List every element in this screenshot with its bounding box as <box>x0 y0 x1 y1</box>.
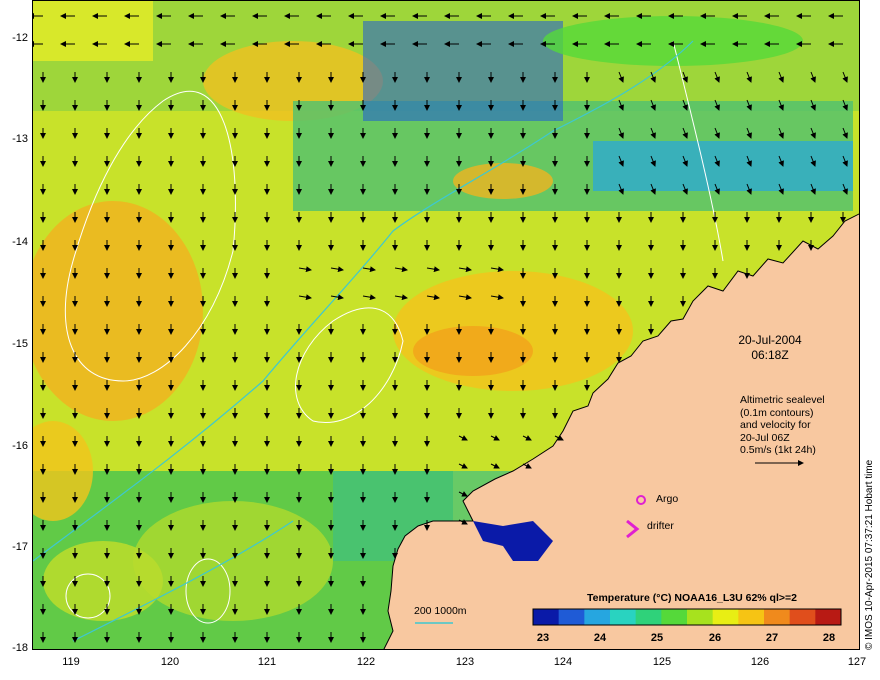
info-line: Altimetric sealevel <box>740 394 825 406</box>
lat-label: -18 <box>12 642 28 654</box>
lat-label: -15 <box>12 338 28 350</box>
colorbar-segment <box>635 609 662 625</box>
lon-label: 125 <box>652 656 672 668</box>
info-line: 0.5m/s (1kt 24h) <box>740 444 816 456</box>
info-line: 20-Jul 06Z <box>740 431 790 444</box>
colorbar-segment <box>584 609 611 625</box>
colorbar-segment <box>610 609 637 625</box>
lon-label: 124 <box>553 656 573 668</box>
colorbar-segment <box>661 609 688 625</box>
drifter-label: drifter <box>647 520 674 532</box>
colorbar-segment <box>764 609 791 625</box>
map-svg <box>33 1 859 649</box>
lon-label: 120 <box>160 656 180 668</box>
info-text: Altimetric sealevel (0.1m contours) and … <box>740 394 850 457</box>
colorbar <box>532 608 842 626</box>
lat-label: -13 <box>12 133 28 145</box>
colorbar-tick: 26 <box>708 632 722 644</box>
credit-text: © IMOS 10-Apr-2015 07:37:21 Hobart time <box>864 459 875 650</box>
lon-label: 119 <box>62 656 80 668</box>
lat-label: -16 <box>12 440 28 452</box>
lon-label: 123 <box>455 656 475 668</box>
colorbar-tick: 25 <box>650 632 664 644</box>
colorbar-tick: 28 <box>822 632 836 644</box>
colorbar-segment <box>789 609 816 625</box>
colorbar-segment <box>687 609 714 625</box>
map-frame[interactable] <box>32 0 860 650</box>
lon-label: 121 <box>257 656 277 668</box>
colorbar-tick: 24 <box>593 632 607 644</box>
colorbar-segment <box>712 609 739 625</box>
info-line: and velocity for <box>740 419 811 431</box>
info-line: (0.1m contours) <box>740 406 814 419</box>
colorbar-title: Temperature (°C) NOAA16_L3U 62% ql>=2 <box>587 592 797 604</box>
lat-label: -14 <box>12 236 28 248</box>
colorbar-segment <box>558 609 585 625</box>
argo-label: Argo <box>656 493 679 505</box>
lon-label: 126 <box>750 656 770 668</box>
lat-label: -12 <box>12 32 28 44</box>
colorbar-segment <box>738 609 765 625</box>
date-label: 20-Jul-2004 <box>738 333 802 347</box>
date-time-label: 20-Jul-2004 06:18Z <box>730 333 810 363</box>
time-label: 06:18Z <box>751 348 789 362</box>
lon-label: 122 <box>356 656 376 668</box>
colorbar-tick: 27 <box>765 632 779 644</box>
lon-label: 127 <box>847 656 867 668</box>
colorbar-segment <box>815 609 842 625</box>
lat-label: -17 <box>12 541 28 553</box>
colorbar-segment <box>533 609 560 625</box>
colorbar-tick: 23 <box>536 632 550 644</box>
depth-legend-label: 200 1000m <box>414 605 467 617</box>
